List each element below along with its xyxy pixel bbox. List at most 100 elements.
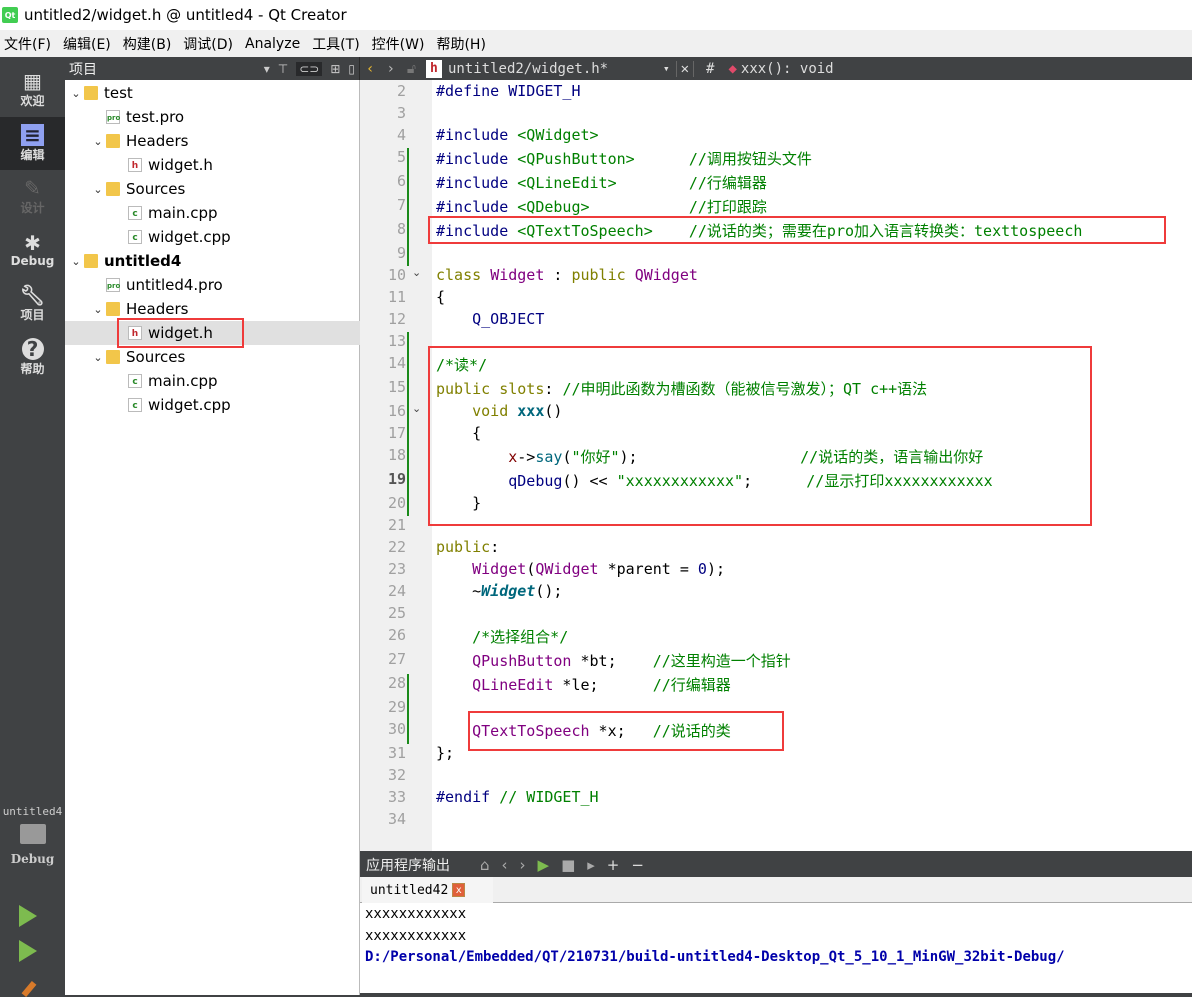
forward-icon[interactable]: › [386, 61, 394, 77]
menu-item[interactable]: 编辑(E) [59, 34, 119, 54]
sync-link-icon[interactable]: ⊂⊃ [296, 61, 323, 76]
line-number: 11 [387, 288, 406, 306]
chevron-down-icon[interactable]: ⌄ [90, 135, 106, 148]
filter-icon[interactable]: ⊤ [278, 62, 288, 76]
prev-icon[interactable]: ‹ [502, 856, 508, 874]
view-dropdown-icon[interactable]: ▾ [264, 62, 270, 76]
menu-item[interactable]: 控件(W) [368, 34, 433, 54]
line-number: 10 [387, 266, 406, 284]
change-marker [407, 674, 409, 744]
tree-item[interactable]: ⌄ untitled4 [65, 249, 360, 273]
line-number: 29 [387, 698, 406, 716]
tree-item[interactable]: ⌄ Sources [65, 177, 360, 201]
code-token: QLineEdit [472, 676, 554, 694]
header-file-icon: h [425, 59, 442, 78]
chevron-down-icon[interactable]: ⌄ [90, 303, 106, 316]
menu-item[interactable]: 调试(D) [179, 34, 241, 54]
open-document-name[interactable]: untitled2/widget.h* [448, 61, 663, 77]
code-token: Widget [490, 266, 545, 284]
tree-item-label: untitled4.pro [126, 276, 223, 294]
close-panel-icon[interactable]: ▯ [348, 62, 355, 76]
zoom-in-icon[interactable]: + [607, 856, 620, 874]
title-bar: Qt untitled2/widget.h @ untitled4 - Qt C… [0, 0, 1192, 30]
mode-document[interactable]: ≡ 编辑 [0, 116, 65, 170]
mode-pencil[interactable]: ✎ 设计 [0, 170, 65, 223]
folder-icon [106, 302, 120, 316]
tree-item[interactable]: c main.cpp [65, 201, 360, 225]
line-number: 23 [387, 560, 406, 578]
tree-item-label: Sources [126, 348, 186, 366]
kit-selector[interactable]: untitled4 Debug [0, 805, 65, 997]
menu-item[interactable]: 帮助(H) [432, 34, 493, 54]
line-number: 4 [396, 126, 406, 144]
tree-item[interactable]: c main.cpp [65, 369, 360, 393]
code-token: QWidget [535, 560, 599, 578]
split-icon[interactable]: ⊞ [330, 62, 340, 76]
zoom-out-icon[interactable]: − [631, 856, 644, 874]
tree-item[interactable]: ⌄ Headers [65, 129, 360, 153]
code-token: WIDGET_H [508, 82, 581, 100]
stop-icon[interactable]: ■ [561, 856, 575, 874]
clear-icon[interactable]: ⌂ [480, 856, 490, 874]
run-icon[interactable]: ▶ [538, 856, 550, 874]
line-number: 33 [387, 788, 406, 806]
close-document-icon[interactable]: ✕ [675, 60, 695, 77]
code-token: { [436, 288, 446, 306]
pro-file-icon: pro [106, 110, 120, 124]
output-path: D:/Personal/Embedded/QT/210731/build-unt… [365, 949, 1065, 965]
chevron-down-icon[interactable]: ⌄ [68, 255, 84, 268]
chevron-down-icon[interactable]: ⌄ [90, 183, 106, 196]
document-dropdown-icon[interactable]: ▾ [663, 62, 670, 75]
output-tab[interactable]: untitled42 x [362, 877, 493, 903]
mode-grid[interactable]: ▦ 欢迎 [0, 63, 65, 116]
run-icon[interactable] [19, 905, 37, 927]
mode-help[interactable]: ? 帮助 [0, 331, 65, 384]
tree-item[interactable]: ⌄ test [65, 81, 360, 105]
tree-item-label: widget.cpp [148, 228, 231, 246]
next-icon[interactable]: › [520, 856, 526, 874]
menu-item[interactable]: 文件(F) [0, 34, 59, 54]
mode-bug[interactable]: ✱ Debug [0, 224, 65, 277]
close-tab-icon[interactable]: x [452, 883, 466, 897]
mode-label: 欢迎 [20, 94, 45, 108]
symbol-selector[interactable]: xxx(): void [741, 61, 834, 77]
fold-arrow-icon[interactable]: ⌄ [412, 402, 421, 415]
menu-item[interactable]: Analyze [241, 36, 308, 52]
output-pane-header: 应用程序输出 ⌂ ‹ › ▶ ■ ▸ + − [360, 852, 1192, 877]
chevron-down-icon[interactable]: ⌄ [68, 87, 84, 100]
tree-item[interactable]: pro untitled4.pro [65, 273, 360, 297]
menu-item[interactable]: 构建(B) [119, 34, 180, 54]
folder-icon [106, 134, 120, 148]
code-token: <QWidget> [517, 126, 599, 144]
tree-item-label: test [104, 84, 133, 102]
code-token: *le; [553, 676, 653, 694]
line-number: 31 [387, 744, 406, 762]
pro-file-icon: pro [106, 278, 120, 292]
back-icon[interactable]: ‹ [366, 61, 374, 77]
mode-wrench[interactable]: 🔧︎ 项目 [0, 277, 65, 330]
code-token: *parent = [598, 560, 698, 578]
code-token: QPushButton [472, 652, 572, 670]
code-token: }; [436, 744, 455, 762]
tree-item[interactable]: c widget.cpp [65, 393, 360, 417]
tree-item[interactable]: c widget.cpp [65, 225, 360, 249]
tree-item[interactable]: h widget.h [65, 153, 360, 177]
code-token: //调用按钮头文件 [688, 150, 812, 168]
kit-config: Debug [10, 852, 55, 866]
grid-icon: ▦ [23, 69, 42, 93]
fold-arrow-icon[interactable]: ⌄ [412, 266, 421, 279]
menu-item[interactable]: 工具(T) [308, 34, 367, 54]
debug-run-icon[interactable] [19, 940, 37, 962]
tree-item[interactable]: pro test.pro [65, 105, 360, 129]
build-hammer-icon[interactable] [21, 980, 37, 997]
chevron-down-icon[interactable]: ⌄ [90, 351, 106, 364]
code-token: // WIDGET_H [499, 788, 599, 806]
line-number: 30 [387, 720, 406, 738]
cpp-file-icon: c [128, 206, 142, 220]
symbol-icon: ◆ [728, 60, 737, 77]
output-line: xxxxxxxxxxxx [365, 906, 467, 922]
lock-icon: 🔓︎ [406, 60, 416, 77]
attach-debugger-icon[interactable]: ▸ [587, 856, 595, 874]
tree-item[interactable]: ⌄ Sources [65, 345, 360, 369]
